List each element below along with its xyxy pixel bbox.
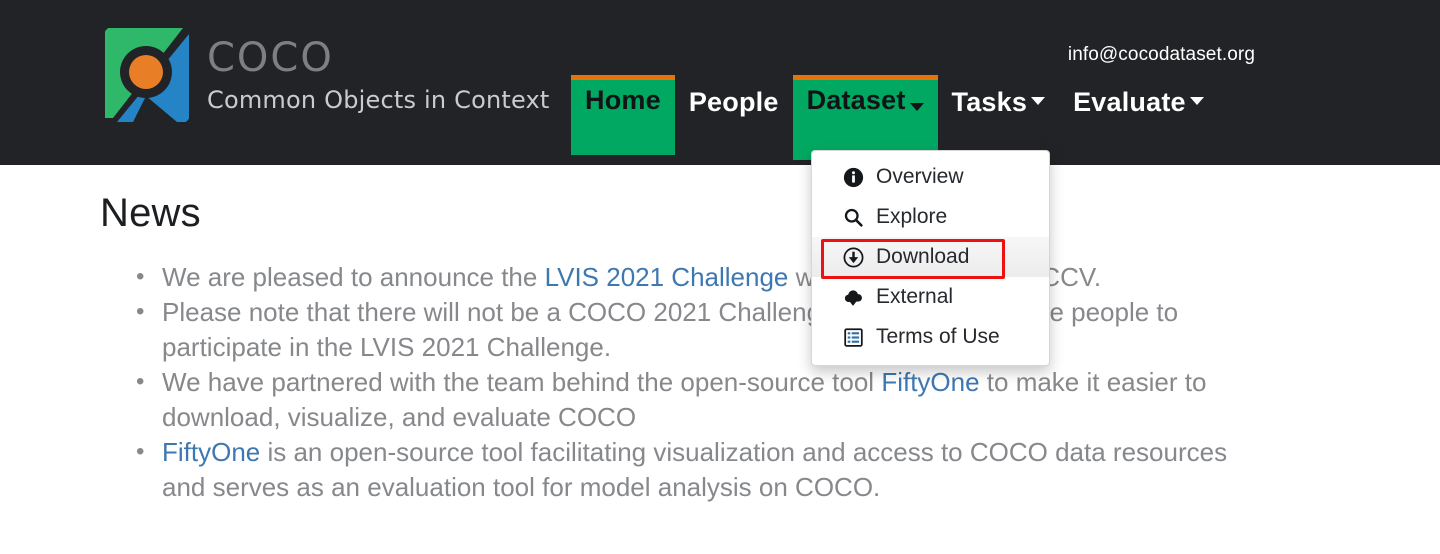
news-list-item: Please note that there will not be a COC… [136, 294, 1275, 365]
dropdown-item-explore-label: Explore [876, 205, 948, 228]
brand-subtitle: Common Objects in Context [207, 86, 550, 114]
cloud-download-icon [842, 286, 864, 308]
search-icon [842, 206, 864, 228]
news-link[interactable]: LVIS 2021 Challenge [545, 262, 789, 292]
site-header: COCO Common Objects in Context info@coco… [0, 0, 1440, 165]
nav-item-evaluate-label: Evaluate [1073, 87, 1186, 117]
dropdown-item-external[interactable]: External [812, 277, 1049, 317]
dropdown-item-terms-of-use[interactable]: Terms of Use [812, 317, 1049, 357]
dropdown-item-download[interactable]: Download [812, 237, 1049, 277]
list-table-icon [842, 326, 864, 348]
news-text: We are pleased to announce the [162, 262, 545, 292]
chevron-down-icon [1031, 97, 1046, 105]
main-content: News We are pleased to announce the LVIS… [0, 165, 1440, 505]
dropdown-item-download-label: Download [876, 245, 970, 268]
news-list-item: We are pleased to announce the LVIS 2021… [136, 259, 1275, 295]
dropdown-item-terms-of-use-label: Terms of Use [876, 325, 1000, 348]
coco-logo-icon [103, 26, 191, 124]
nav-item-people-label: People [688, 87, 779, 117]
dropdown-item-overview[interactable]: Overview [812, 157, 1049, 197]
dataset-dropdown-menu: Overview Explore Download External Terms… [811, 150, 1050, 366]
nav-item-evaluate[interactable]: Evaluate [1059, 80, 1218, 125]
contact-email[interactable]: info@cocodataset.org [1068, 44, 1255, 66]
brand-text: COCO Common Objects in Context [207, 38, 550, 112]
brand-title: COCO [207, 35, 334, 81]
news-link[interactable]: FiftyOne [881, 367, 979, 397]
news-text: is an open-source tool facilitating visu… [162, 437, 1228, 502]
news-list-item: FiftyOne is an open-source tool facilita… [136, 434, 1275, 505]
chevron-down-icon [1189, 97, 1204, 105]
dropdown-item-overview-label: Overview [876, 165, 964, 188]
nav-item-dataset-label: Dataset [806, 85, 906, 115]
brand-logo[interactable]: COCO Common Objects in Context [103, 26, 550, 124]
nav-item-people[interactable]: People [675, 80, 793, 125]
download-circle-icon [842, 246, 864, 268]
chevron-down-icon [909, 103, 924, 111]
nav-item-home[interactable]: Home [571, 75, 675, 155]
news-text: We have partnered with the team behind t… [162, 367, 882, 397]
nav-item-dataset[interactable]: Dataset [792, 75, 938, 160]
nav-item-tasks[interactable]: Tasks [938, 80, 1060, 125]
nav-item-home-label: Home [585, 85, 661, 115]
news-list-item: We have partnered with the team behind t… [136, 364, 1275, 435]
dropdown-item-external-label: External [876, 285, 954, 308]
nav-item-tasks-label: Tasks [951, 87, 1028, 117]
news-list: We are pleased to announce the LVIS 2021… [100, 259, 1275, 505]
news-link[interactable]: FiftyOne [162, 437, 260, 467]
info-circle-icon [842, 166, 864, 188]
dropdown-item-explore[interactable]: Explore [812, 197, 1049, 237]
page-title: News [100, 191, 201, 235]
